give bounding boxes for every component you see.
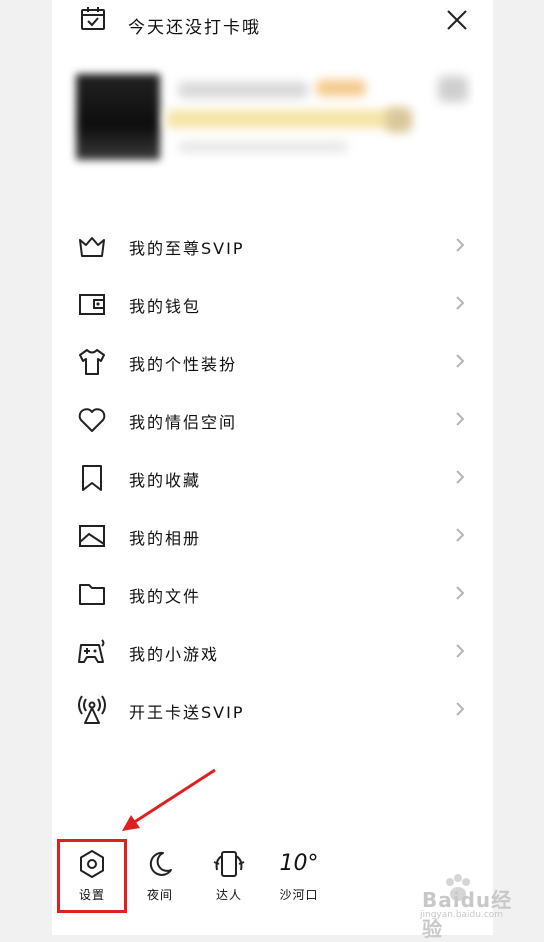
checkin-title[interactable]: 今天还没打卡哦	[128, 13, 261, 38]
menu-item-kingcard[interactable]: 开王卡送SVIP	[52, 680, 493, 738]
shirt-icon	[79, 349, 105, 375]
profile-card[interactable]	[66, 50, 474, 172]
blurred-nickname	[178, 82, 308, 98]
weather-location: 沙河口	[279, 888, 319, 902]
bookmark-icon	[82, 465, 102, 491]
menu-item-label: 我的相册	[129, 529, 202, 548]
menu-item-label: 我的收藏	[129, 471, 202, 490]
avatar[interactable]	[76, 74, 160, 160]
wallet-icon	[79, 294, 105, 315]
menu-item-couple[interactable]: 我的情侣空间	[52, 390, 493, 448]
blurred-qr-icon	[438, 76, 468, 102]
blurred-signature	[178, 142, 348, 152]
menu-item-games[interactable]: 我的小游戏	[52, 622, 493, 680]
expert-button[interactable]: 达人	[201, 848, 257, 912]
menu-item-label: 我的情侣空间	[129, 413, 238, 432]
weather-temperature: 10°	[279, 851, 319, 876]
weather-button[interactable]: 10° 沙河口	[271, 848, 327, 912]
photo-icon	[79, 525, 105, 547]
chevron-right-icon	[456, 586, 465, 600]
settings-label: 设置	[78, 888, 105, 902]
menu-item-label: 我的至尊SVIP	[129, 239, 245, 258]
crown-icon	[79, 237, 105, 257]
chevron-right-icon	[456, 644, 465, 658]
folder-icon	[79, 584, 105, 605]
expert-badge-icon	[213, 851, 245, 877]
settings-button[interactable]: 设置	[64, 848, 120, 912]
settings-hexagon-icon	[80, 850, 104, 878]
menu-item-decor[interactable]: 我的个性装扮	[52, 332, 493, 390]
menu-item-label: 我的钱包	[129, 297, 202, 316]
chevron-right-icon	[456, 528, 465, 542]
chevron-right-icon	[456, 702, 465, 716]
calendar-check-icon[interactable]	[80, 6, 106, 32]
menu-item-files[interactable]: 我的文件	[52, 564, 493, 622]
moon-icon	[149, 851, 172, 876]
close-icon[interactable]	[446, 9, 468, 31]
night-mode-label: 夜间	[146, 888, 173, 902]
night-mode-button[interactable]: 夜间	[132, 848, 188, 912]
drawer-menu: 我的至尊SVIP 我的钱包 我的个性装扮 我的情侣空间 我的收藏 我的相册 我的…	[52, 216, 493, 738]
chevron-right-icon	[456, 354, 465, 368]
menu-item-wallet[interactable]: 我的钱包	[52, 274, 493, 332]
blurred-badge	[316, 80, 366, 96]
chevron-right-icon	[456, 238, 465, 252]
signal-tower-icon	[78, 695, 106, 724]
menu-item-label: 我的小游戏	[129, 645, 220, 664]
chevron-right-icon	[456, 296, 465, 310]
menu-item-svip[interactable]: 我的至尊SVIP	[52, 216, 493, 274]
blurred-vip-bar	[166, 110, 406, 128]
chevron-right-icon	[456, 412, 465, 426]
gamepad-icon	[78, 639, 105, 663]
menu-item-album[interactable]: 我的相册	[52, 506, 493, 564]
menu-item-label: 我的文件	[129, 587, 202, 606]
expert-label: 达人	[215, 888, 242, 902]
blurred-vip-icon	[386, 108, 412, 132]
checkin-header: 今天还没打卡哦	[80, 6, 470, 38]
heart-icon	[78, 408, 106, 432]
menu-item-favorites[interactable]: 我的收藏	[52, 448, 493, 506]
chevron-right-icon	[456, 470, 465, 484]
menu-item-label: 开王卡送SVIP	[129, 703, 245, 722]
menu-item-label: 我的个性装扮	[129, 355, 238, 374]
